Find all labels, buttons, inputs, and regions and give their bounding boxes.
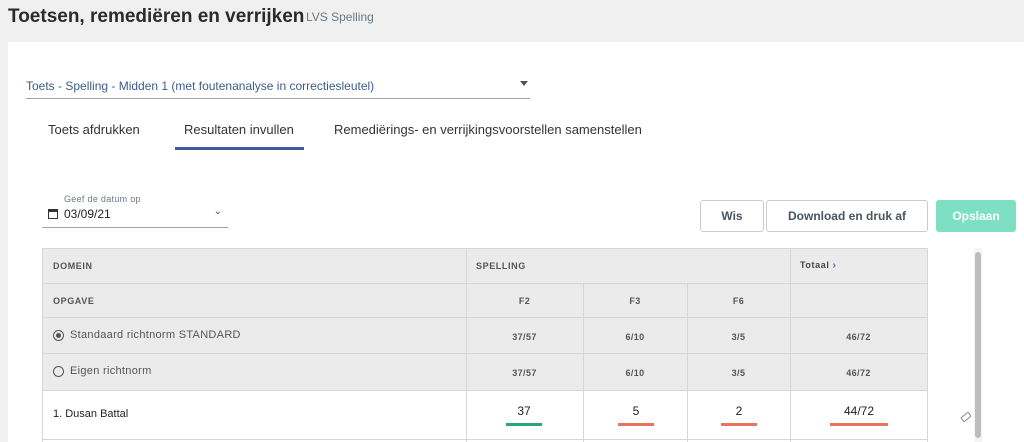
score-input-f3[interactable]: 5 [618,404,654,426]
page-header: Toetsen, remediëren en verrijken LVS Spe… [0,0,1024,42]
page-title: Toetsen, remediëren en verrijken [8,6,305,27]
student-name: 1. Dusan Battal [53,408,129,420]
norm-value: 6/10 [625,332,645,342]
norm-value: 37/57 [512,368,537,378]
score-input-f6[interactable]: 2 [721,404,757,426]
scrollbar-thumb[interactable] [975,252,981,438]
domain-header: DOMEIN [53,261,93,271]
save-button[interactable]: Opslaan [936,200,1016,232]
standard-norm-radio[interactable] [53,330,64,341]
clear-button[interactable]: Wis [700,200,764,232]
spelling-header: SPELLING [476,261,526,271]
score-input-f2[interactable]: 37 [506,404,542,426]
main-card: Toets - Spelling - Midden 1 (met foutena… [8,42,1024,442]
table-row [42,390,928,442]
task-header: OPGAVE [53,296,95,306]
chevron-down-icon: ⌄ [213,206,222,217]
norm-total: 46/72 [846,368,871,378]
column-f2: F2 [518,296,531,306]
norm-value: 6/10 [625,368,645,378]
tab-toets-afdrukken[interactable]: Toets afdrukken [48,122,148,150]
total-header[interactable]: Totaal › [800,260,836,271]
test-select-value: Toets - Spelling - Midden 1 (met foutena… [26,79,375,93]
standard-norm-label: Standaard richtnorm STANDARD [70,329,241,341]
tab-voorstellen-samenstellen[interactable]: Remediërings- en verrijkingsvoorstellen … [334,122,654,150]
test-select[interactable]: Toets - Spelling - Midden 1 (met foutena… [26,75,530,99]
column-f6: F6 [732,296,745,306]
table-scrollbar[interactable] [974,248,982,442]
date-label: Geef de datum op [64,194,141,204]
download-print-button[interactable]: Download en druk af [766,200,928,232]
date-picker[interactable]: Geef de datum op 03/09/21 ⌄ [42,192,228,228]
own-norm-label: Eigen richtnorm [70,365,152,377]
norm-value: 3/5 [731,368,746,378]
date-value: 03/09/21 [64,207,111,221]
own-norm-radio[interactable] [53,366,64,377]
chevron-right-icon: › [832,260,837,271]
total-header-label: Totaal [800,260,830,270]
norm-value: 37/57 [512,332,537,342]
caret-down-icon [520,81,528,86]
column-f3: F3 [629,296,641,306]
calendar-icon [48,209,58,219]
results-table: DOMEIN SPELLING Totaal › OPGAVE F2 F3 F6 … [42,248,1002,442]
tab-resultaten-invullen[interactable]: Resultaten invullen [175,122,304,150]
score-total: 44/72 [830,404,888,426]
eraser-icon[interactable] [960,411,972,423]
norm-total: 46/72 [846,332,871,342]
page-subtitle: LVS Spelling [306,10,374,24]
norm-value: 3/5 [731,332,746,342]
